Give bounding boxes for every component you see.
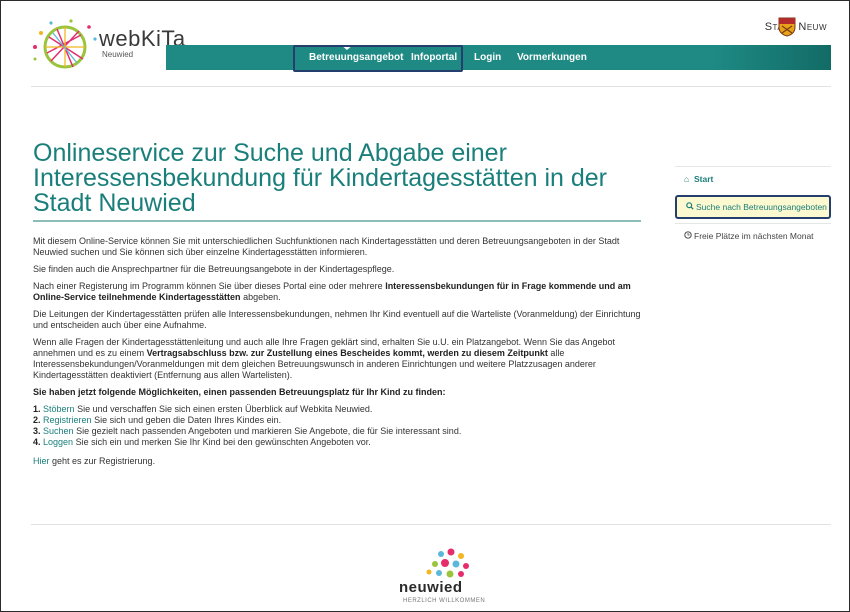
registration-link-paragraph: Hier geht es zur Registrierung. [33, 456, 645, 467]
sidebar: ⌂ Start Suche nach Betreuungsangeboten Fr… [675, 166, 831, 248]
possibilities-heading: Sie haben jetzt folgende Möglichkeiten, … [33, 387, 645, 398]
steps-list: 1. Stöbern Sie und verschaffen Sie sich … [33, 404, 645, 448]
footer-tagline: HERZLICH WILLKOMMEN [403, 598, 486, 604]
sidebar-item-label: Freie Plätze im nächsten Monat [694, 231, 814, 241]
city-crest-icon [778, 17, 796, 37]
page-title: Onlineservice zur Suche und Abgabe einer… [33, 139, 607, 217]
logo-subtitle: Neuwied [102, 50, 134, 59]
registrieren-link[interactable]: Registrieren [43, 415, 92, 425]
sidebar-item-freie-plaetze[interactable]: Freie Plätze im nächsten Monat [675, 223, 831, 248]
main-content: Mit diesem Online-Service können Sie mit… [33, 236, 645, 473]
sidebar-item-label: Start [694, 174, 714, 184]
sidebar-item-label: Suche nach Betreuungsangeboten [696, 202, 827, 212]
stoebern-link[interactable]: Stöbern [43, 404, 75, 414]
sidebar-item-start[interactable]: ⌂ Start [675, 166, 831, 191]
list-item: 4. Loggen Sie sich ein und merken Sie Ih… [33, 437, 645, 448]
footer-divider [31, 524, 831, 525]
contacts-paragraph: Sie finden auch die Ansprechpartner für … [33, 264, 395, 274]
list-item: 1. Stöbern Sie und verschaffen Sie sich … [33, 404, 645, 415]
offer-paragraph: Wenn alle Fragen der Kindertagesstättenl… [33, 337, 645, 381]
home-icon: ⌂ [684, 174, 690, 184]
bold-text: Sie haben jetzt folgende Möglichkeiten, … [33, 387, 446, 397]
nav-highlight-box [293, 45, 463, 72]
step-number: 1. [33, 404, 41, 414]
list-item: 2. Registrieren Sie sich und geben die D… [33, 415, 645, 426]
text-span: Nach einer Registerung im Programm könne… [33, 281, 386, 291]
registration-paragraph: Nach einer Registerung im Programm könne… [33, 281, 645, 303]
step-text: Sie und verschaffen Sie sich einen erste… [74, 404, 373, 414]
title-underline [33, 220, 641, 222]
step-text: Sie sich ein und merken Sie Ihr Kind bei… [73, 437, 371, 447]
nav-login[interactable]: Login [474, 45, 501, 70]
suchen-link[interactable]: Suchen [43, 426, 74, 436]
hier-registration-link[interactable]: Hier [33, 456, 50, 466]
step-number: 4. [33, 437, 41, 447]
step-number: 2. [33, 415, 41, 425]
bold-text: Vertragsabschluss bzw. zur Zustellung ei… [146, 348, 548, 358]
list-item: 3. Suchen Sie gezielt nach passenden Ang… [33, 426, 645, 437]
nav-vormerkungen[interactable]: Vormerkungen [517, 45, 587, 70]
loggen-link[interactable]: Loggen [43, 437, 73, 447]
step-text: Sie gezielt nach passenden Angeboten und… [73, 426, 462, 436]
text-span: geht es zur Registrierung. [49, 456, 156, 466]
step-text: Sie sich und geben die Daten Ihres Kinde… [91, 415, 282, 425]
footer-brand-name: neuwied [399, 579, 463, 596]
browser-frame: webKiTa Neuwied Betreuungsangebot Infopo… [0, 0, 850, 612]
clock-icon [684, 224, 694, 248]
step-number: 3. [33, 426, 41, 436]
search-icon [686, 197, 696, 217]
review-paragraph: Die Leitungen der Kindertagesstätten prü… [33, 309, 641, 330]
text-span: abgeben. [240, 292, 281, 302]
sidebar-item-suche[interactable]: Suche nach Betreuungsangeboten [675, 195, 831, 219]
header-divider [31, 86, 831, 87]
intro-paragraph: Mit diesem Online-Service können Sie mit… [33, 236, 620, 257]
